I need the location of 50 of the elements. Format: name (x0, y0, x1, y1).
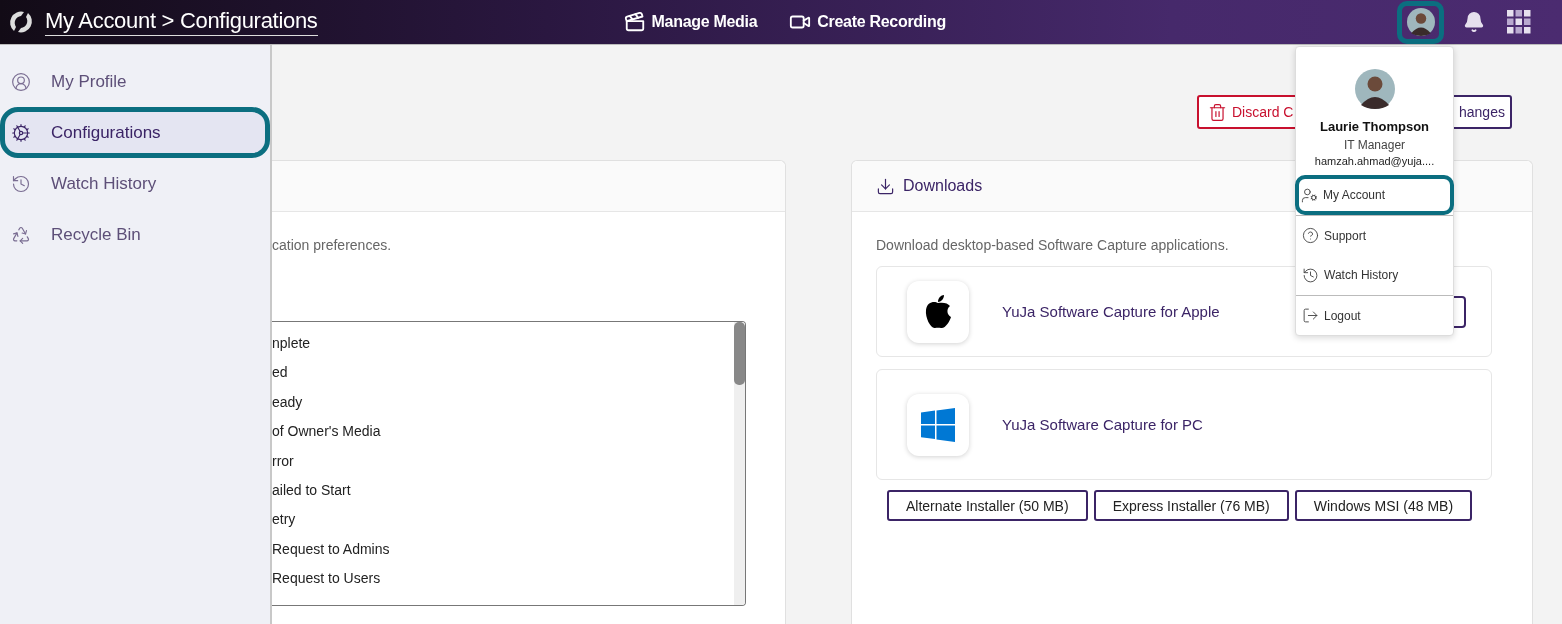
apps-grid-icon[interactable] (1507, 10, 1531, 34)
bell-icon[interactable] (1463, 11, 1485, 33)
help-icon (1302, 227, 1319, 244)
user-role: IT Manager (1343, 138, 1406, 152)
clapperboard-icon (623, 11, 646, 33)
installer-button[interactable]: Alternate Installer (50 MB) (887, 490, 1088, 521)
list-option[interactable]: etry (272, 508, 296, 538)
list-option[interactable]: eady (272, 390, 303, 421)
recycle-icon (11, 224, 31, 245)
history-icon (11, 173, 31, 194)
avatar-button[interactable] (1397, 0, 1444, 44)
list-option[interactable]: Request to Admins (272, 537, 390, 568)
card-description: Download desktop-based Software Capture applications. (876, 236, 1229, 254)
trash-icon (1208, 102, 1227, 122)
scrollbar-thumb[interactable] (734, 322, 745, 385)
list-option[interactable]: ailed to Start (272, 478, 351, 509)
logout-icon (1302, 307, 1319, 324)
list-option[interactable]: of Owner's Media (272, 420, 381, 450)
list-option[interactable]: nplete (272, 332, 311, 362)
nav-link[interactable]: Manage Media (623, 11, 758, 33)
sidebar-item[interactable]: Configurations (0, 107, 270, 158)
sidebar-item[interactable]: Watch History (0, 158, 270, 209)
menu-item[interactable]: Watch History (1296, 255, 1453, 295)
user-icon (11, 71, 31, 92)
list-option[interactable]: rror (272, 449, 294, 479)
app-name: YuJa Software Capture for PC (1002, 416, 1203, 433)
windows-logo-icon (921, 407, 955, 442)
card-description: cation preferences. (272, 236, 392, 254)
menu-item[interactable]: My Account (1295, 175, 1454, 215)
nav-link[interactable]: Create Recording (789, 11, 946, 33)
breadcrumb-link[interactable]: My Account > Configurations (45, 8, 318, 36)
settings-icon (11, 122, 31, 143)
menu-item[interactable]: Support (1296, 215, 1453, 255)
list-option[interactable]: Request to Users (272, 567, 381, 597)
installer-button[interactable]: Express Installer (76 MB) (1093, 490, 1289, 521)
avatar-image (1406, 8, 1435, 36)
sidebar-item[interactable]: My Profile (0, 56, 270, 107)
card-title: Downloads (903, 177, 983, 195)
user-gear-icon (1301, 186, 1318, 204)
user-name: Laurie Thompson (1319, 119, 1430, 134)
installer-button[interactable]: Windows MSI (48 MB) (1294, 490, 1473, 521)
apple-logo-icon (923, 293, 953, 330)
options-list[interactable]: nplete ed eady of Owner's Media rror ailed to Start etry Request to Admins Request to Users (272, 321, 746, 606)
menu-item[interactable]: Logout (1296, 295, 1453, 335)
sidebar-item[interactable]: Recycle Bin (0, 209, 270, 260)
history-icon (1302, 266, 1319, 284)
download-icon (876, 176, 895, 196)
user-email: hamzah.ahmad@yuja.... (1314, 155, 1435, 167)
app-name: YuJa Software Capture for Apple (1002, 303, 1220, 320)
list-option[interactable]: ed (272, 361, 288, 391)
